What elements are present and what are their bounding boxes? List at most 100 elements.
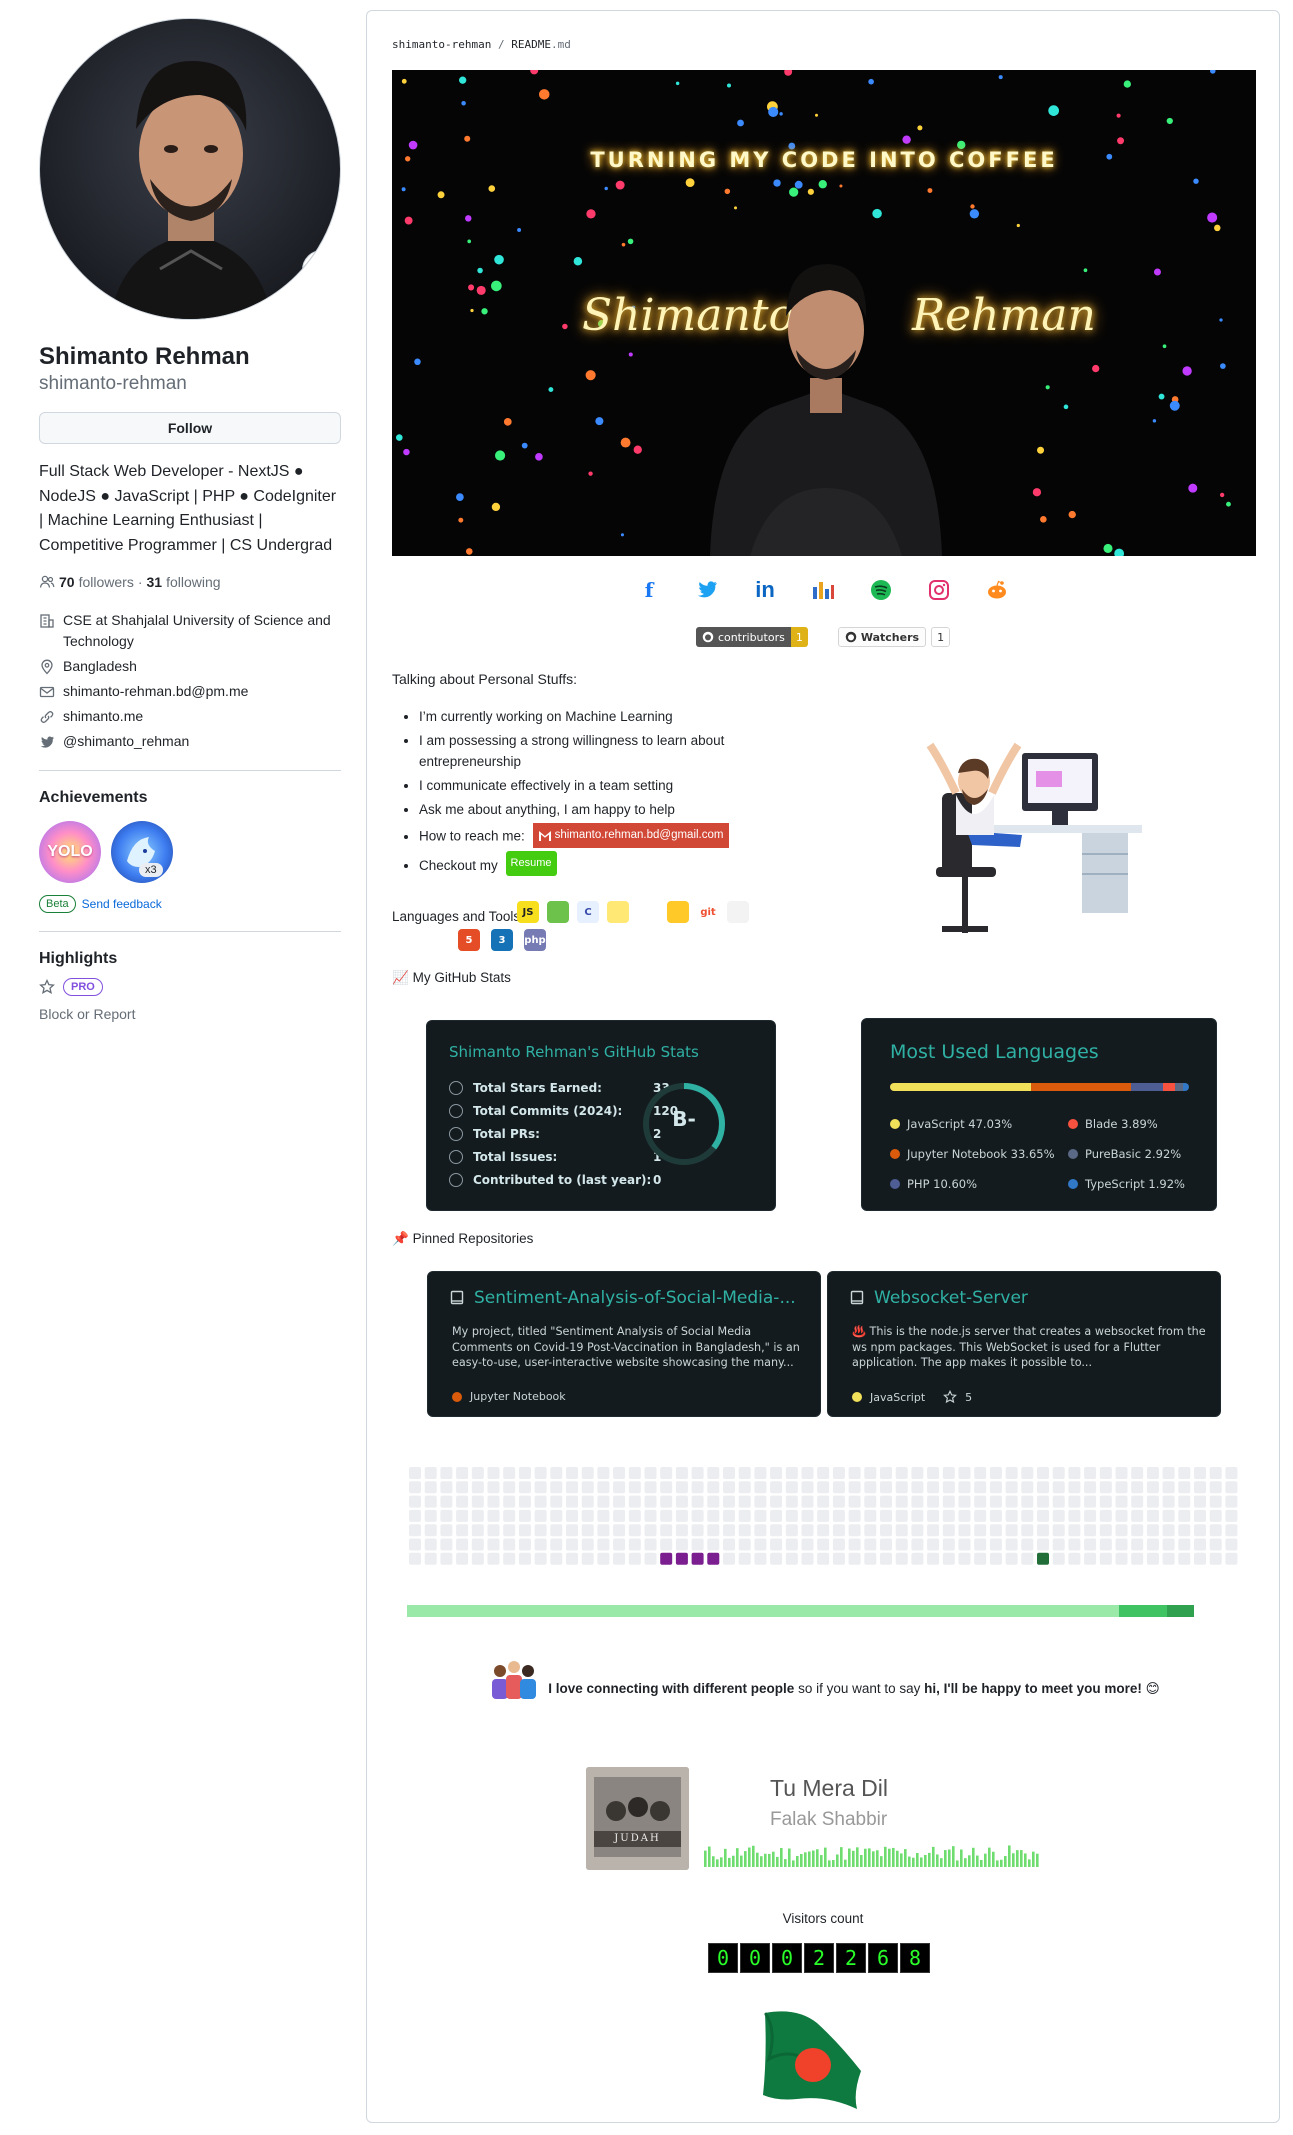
reddit-icon[interactable] [983, 577, 1011, 603]
spotify-icon[interactable] [867, 577, 895, 603]
watchers-shield[interactable]: Watchers 1 [837, 627, 951, 647]
facebook-icon[interactable]: f [635, 577, 663, 603]
divider [39, 931, 341, 932]
star-icon [39, 979, 55, 994]
visualizer-bar [796, 1855, 799, 1867]
contribution-cell [832, 1552, 845, 1565]
contribution-cell [628, 1495, 641, 1508]
visualizer-bar [824, 1847, 827, 1867]
contribution-cell [911, 1538, 924, 1551]
follow-button[interactable]: Follow [39, 412, 341, 444]
contribution-cell [927, 1509, 940, 1522]
contribution-cell [832, 1524, 845, 1537]
stats-row: Contributed to (last year): 0 [449, 1173, 661, 1187]
confetti-dot [1166, 117, 1173, 125]
resume-badge[interactable]: Resume [505, 851, 557, 876]
confetti-dot [839, 184, 843, 188]
following-count[interactable]: 31 [147, 574, 163, 590]
contribution-cell [409, 1481, 421, 1494]
repo-title[interactable]: Sentiment-Analysis-of-Social-Media-... [450, 1288, 796, 1308]
contribution-cell [581, 1524, 594, 1537]
visualizer-bar [948, 1849, 951, 1867]
spotify-now-playing[interactable]: JUDAH Tu Mera Dil Falak Shabbir [586, 1767, 1066, 1877]
visualizer-bar [912, 1857, 915, 1867]
top-languages-card[interactable]: Most Used Languages JavaScript 47.03% Jup… [861, 1018, 1217, 1211]
language-legend-item: TypeScript 1.92% [1068, 1177, 1185, 1191]
album-cover: JUDAH [586, 1767, 689, 1870]
gmail-badge[interactable]: shimanto.rehman.bd@gmail.com [532, 823, 730, 848]
contribution-cell [880, 1538, 892, 1551]
stats-row: Total Stars Earned: 33 [449, 1081, 670, 1095]
readme-owner-link[interactable]: shimanto-rehman [392, 38, 491, 51]
contribution-cell [1037, 1495, 1049, 1508]
list-item: I communicate effectively in a team sett… [419, 775, 779, 796]
visualizer-bar [800, 1853, 803, 1867]
avatar[interactable] [39, 18, 341, 320]
contribution-cell [785, 1509, 798, 1522]
contribution-cell [1162, 1509, 1175, 1522]
contribution-cell [1225, 1524, 1238, 1537]
status-emoji[interactable] [302, 250, 340, 290]
pushpin-icon: 📌 [392, 1231, 409, 1246]
visualizer-bar [888, 1848, 891, 1867]
followers-count[interactable]: 70 [59, 574, 75, 590]
confetti-dot [414, 358, 421, 366]
github-stats-card[interactable]: Shimanto Rehman's GitHub Stats Total Sta… [426, 1020, 776, 1211]
gmail-icon [538, 830, 551, 841]
confetti-dot [548, 387, 554, 393]
confetti-dot [1169, 400, 1180, 411]
language-bar-segment [1162, 1083, 1175, 1091]
visualizer-bar [1016, 1850, 1019, 1867]
contribution-cell [566, 1538, 578, 1551]
counter-digit: 6 [868, 1943, 898, 1973]
repo-language: JavaScript [870, 1390, 926, 1404]
instagram-icon[interactable] [925, 577, 953, 603]
contribution-cell [880, 1509, 892, 1522]
contribution-cell [1194, 1481, 1206, 1494]
contribution-cell [770, 1509, 783, 1522]
twitter-icon[interactable] [693, 577, 721, 603]
contribution-cell [613, 1495, 626, 1508]
contribution-cell [628, 1538, 641, 1551]
tool-icon [590, 929, 612, 951]
contribution-cell [974, 1552, 987, 1565]
confetti-dot [621, 242, 626, 247]
followers-label[interactable]: followers [79, 574, 134, 590]
website-link[interactable]: shimanto.me [63, 706, 143, 727]
dev-stats-icon[interactable] [809, 577, 837, 603]
visualizer-bar [1036, 1853, 1039, 1867]
vcard-twitter[interactable]: @shimanto_rehman [39, 731, 341, 752]
send-feedback-link[interactable]: Send feedback [82, 897, 162, 911]
confetti-dot [1162, 344, 1167, 349]
banner-portrait [710, 264, 942, 556]
location-icon [41, 659, 53, 675]
following-label[interactable]: following [166, 574, 220, 590]
contribution-cell [1194, 1524, 1206, 1537]
repo-card[interactable]: Sentiment-Analysis-of-Social-Media-... M… [427, 1271, 821, 1417]
repo-card[interactable]: Websocket-Server ♨️ This is the node.js … [827, 1271, 1221, 1417]
twitter-link[interactable]: @shimanto_rehman [63, 731, 189, 752]
counter-digit: 2 [836, 1943, 866, 1973]
vcard-website[interactable]: shimanto.me [39, 706, 341, 727]
contribution-cell [770, 1524, 783, 1537]
repo-title[interactable]: Websocket-Server [850, 1288, 1028, 1308]
contribution-cell [534, 1495, 547, 1508]
contribution-cell [864, 1495, 877, 1508]
contribution-cell [958, 1538, 971, 1551]
linkedin-icon[interactable]: in [751, 577, 779, 603]
contribution-cell [1194, 1538, 1206, 1551]
yolo-badge[interactable]: YOLO [39, 821, 101, 883]
contribution-cell [1162, 1552, 1175, 1565]
contribution-cell [1131, 1467, 1144, 1479]
contribution-cell [550, 1481, 563, 1494]
email-link[interactable]: shimanto-rehman.bd@pm.me [63, 681, 248, 702]
contribution-cell [1162, 1481, 1175, 1494]
vcard-email[interactable]: shimanto-rehman.bd@pm.me [39, 681, 341, 702]
confetti-dot [1037, 446, 1045, 454]
block-report-link[interactable]: Block or Report [39, 1006, 341, 1022]
contribution-cell [675, 1552, 688, 1565]
contribution-cell [911, 1509, 924, 1522]
contributors-shield[interactable]: contributors 1 [695, 627, 808, 647]
contribution-cell [409, 1467, 421, 1479]
contribution-cell [1021, 1524, 1034, 1537]
